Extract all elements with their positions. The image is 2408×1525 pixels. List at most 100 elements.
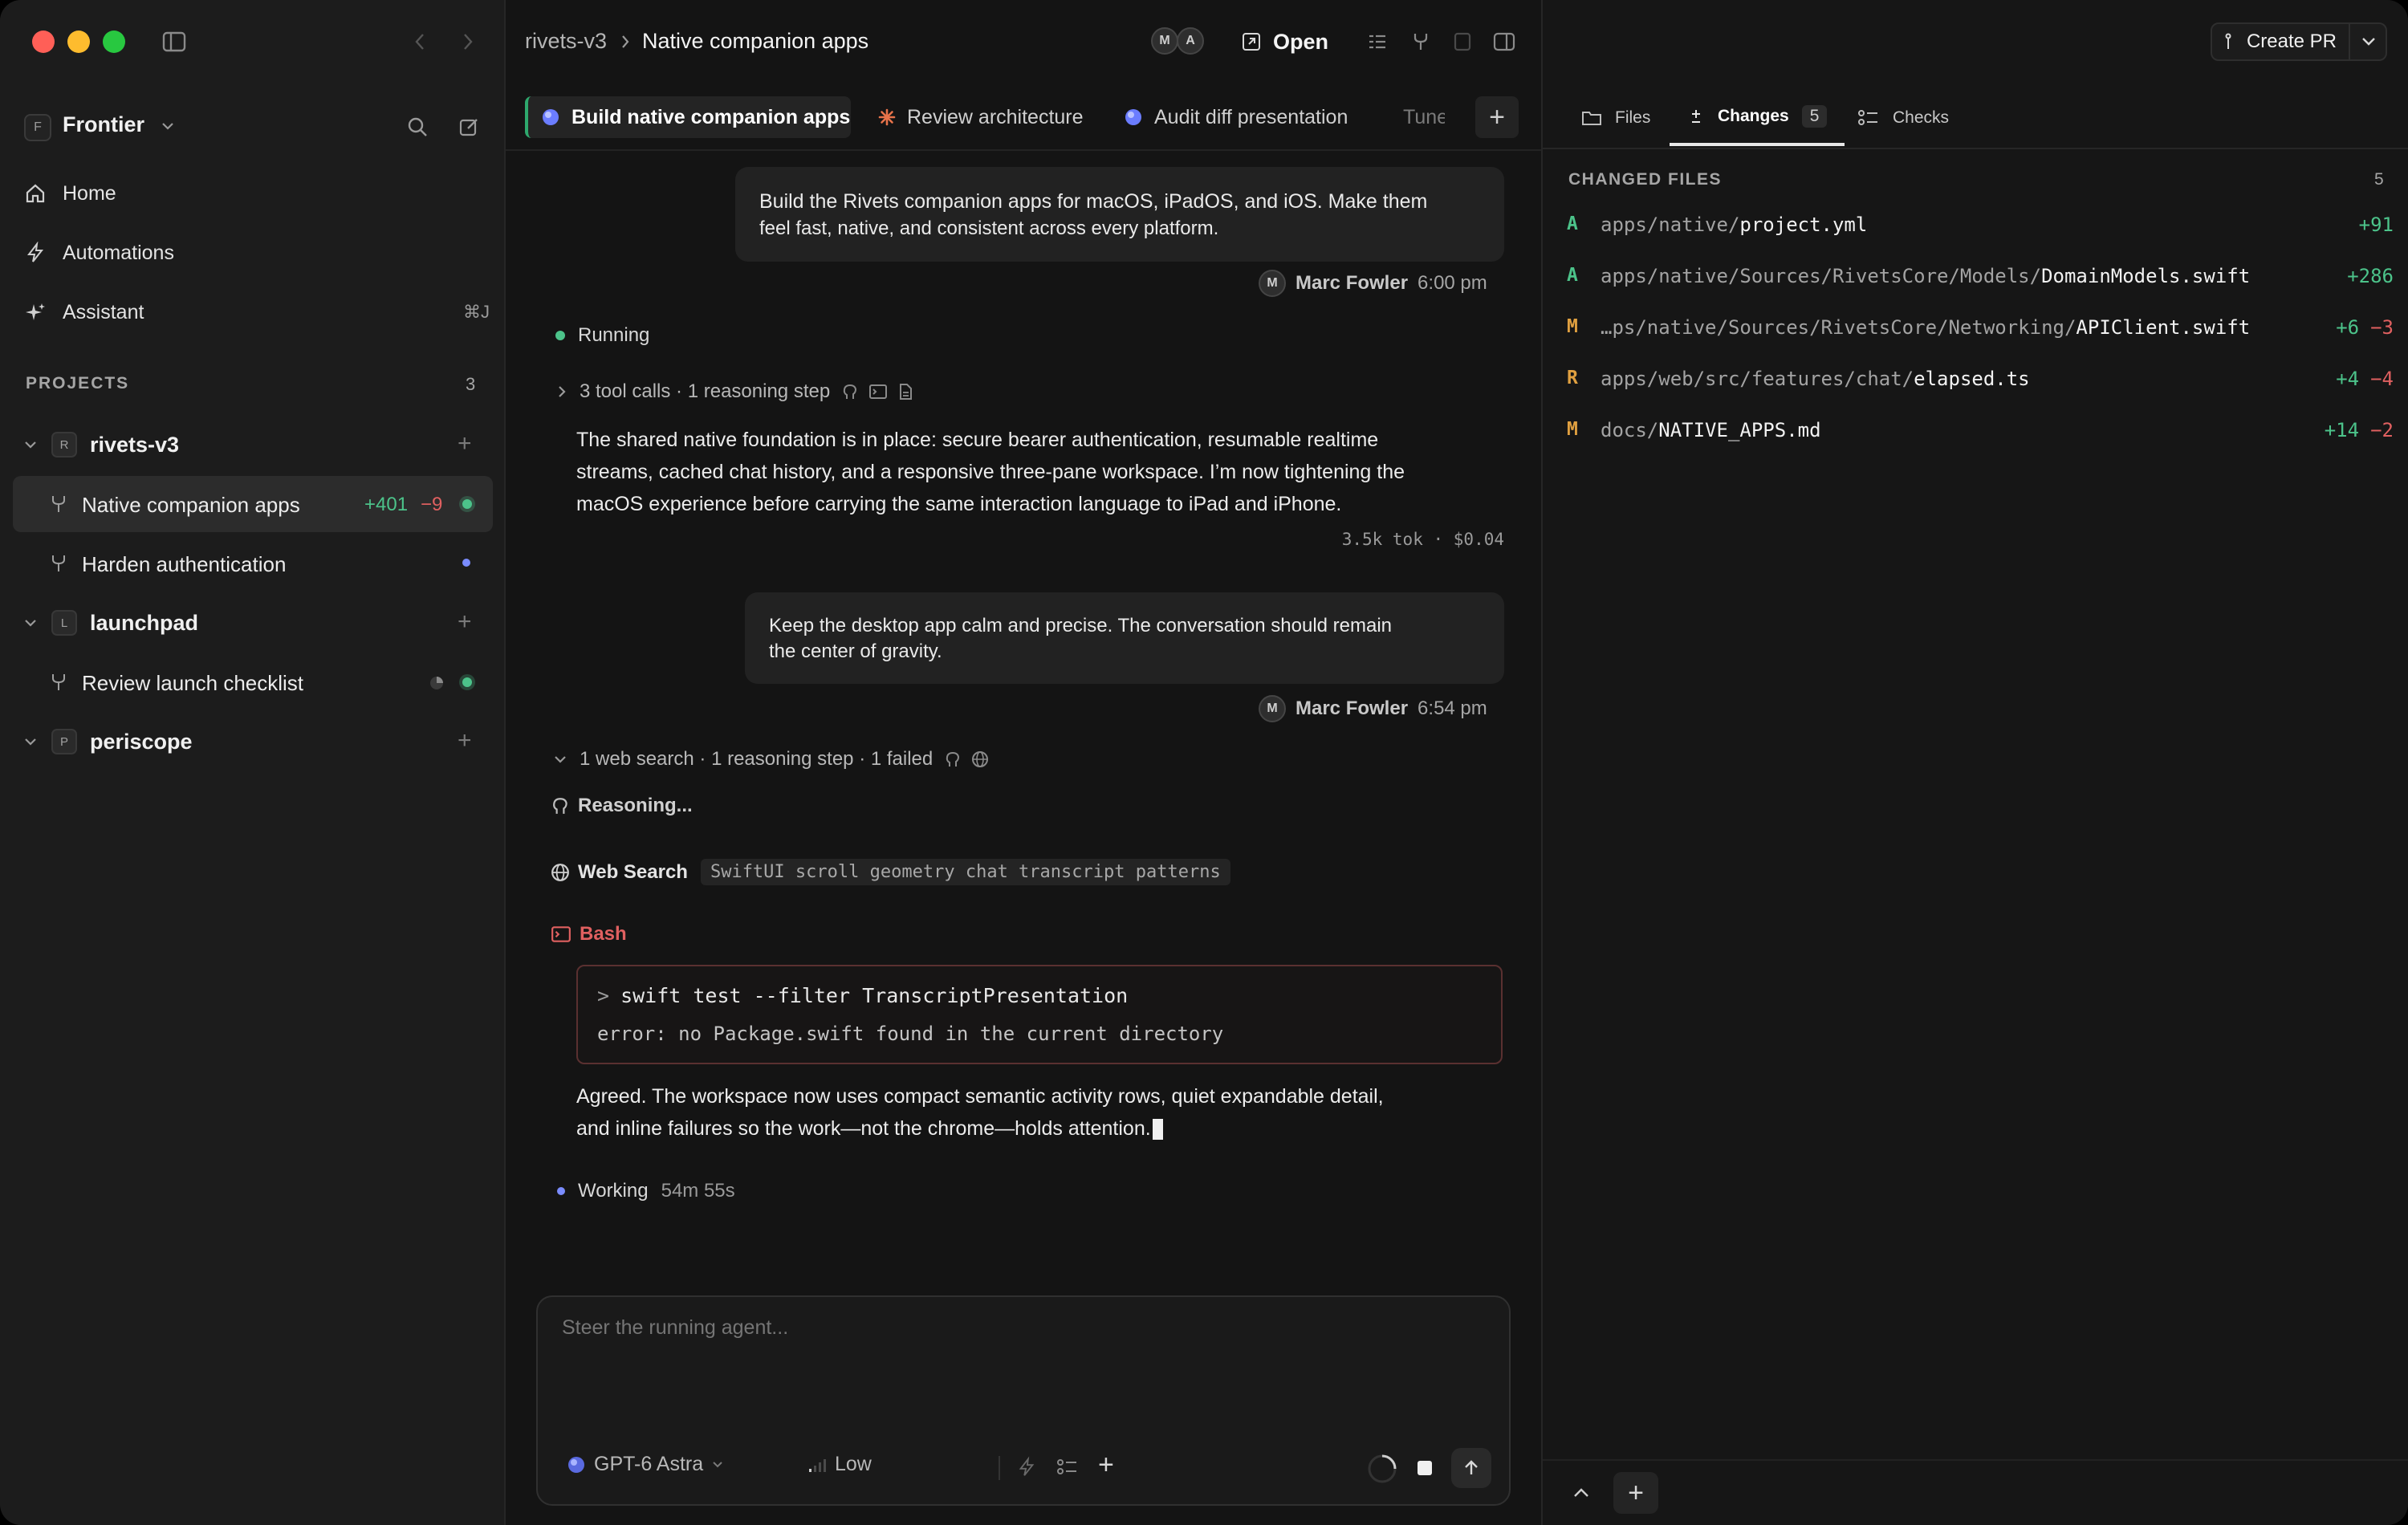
nav-assistant-shortcut: ⌘J (463, 302, 490, 322)
composer: GPT-6 Astra Low + (536, 1295, 1511, 1506)
tab-files[interactable]: Files (1581, 90, 1650, 146)
task-native-companion-apps[interactable]: Native companion apps +401 −9 (13, 476, 493, 532)
changed-file-row[interactable]: M …ps/native/Sources/RivetsCore/Networkin… (1567, 308, 2394, 348)
file-diffstat: +6 −3 (2336, 316, 2394, 339)
effort-selector[interactable]: Low (807, 1453, 872, 1476)
nav-assistant[interactable]: Assistant ⌘J (24, 292, 490, 332)
chevron-down-icon[interactable] (22, 613, 39, 632)
branch-icon[interactable] (1408, 29, 1434, 55)
tab-changes[interactable]: Changes 5 (1670, 90, 1845, 146)
forward-arrow-icon[interactable] (456, 29, 480, 55)
bolt-icon[interactable] (1016, 1456, 1037, 1478)
avatar[interactable]: M (1151, 27, 1178, 55)
checklist-icon[interactable] (1365, 29, 1390, 55)
add-task-icon[interactable]: + (458, 432, 472, 456)
file-name: project.yml (1739, 214, 1868, 236)
project-periscope[interactable]: P periscope + (0, 718, 506, 766)
nav-home[interactable]: Home (24, 173, 490, 214)
reasoning-step[interactable]: Reasoning... (551, 795, 693, 817)
model-selector[interactable]: GPT-6 Astra (567, 1453, 724, 1476)
nav-assistant-label: Assistant (63, 300, 144, 323)
user-message: Build the Rivets companion apps for macO… (735, 167, 1504, 262)
divider (1543, 1459, 2408, 1461)
message-line: The shared native foundation is in place… (576, 429, 1379, 451)
activity-summary-expanded[interactable]: 1 web search · 1 reasoning step · 1 fail… (552, 748, 989, 771)
add-task-icon[interactable]: + (458, 729, 472, 753)
checklist-icon[interactable] (1056, 1458, 1079, 1477)
close-window-button[interactable] (32, 31, 55, 53)
file-status: R (1567, 368, 1578, 388)
workspace-switcher[interactable]: Frontier (63, 112, 175, 137)
project-badge: P (51, 729, 77, 754)
minimize-window-button[interactable] (67, 31, 90, 53)
brain-icon (553, 798, 567, 814)
add-panel-button[interactable]: + (1613, 1472, 1658, 1514)
run-status-label: Running (578, 324, 650, 346)
activity-summary-label: 3 tool calls · 1 reasoning step (580, 380, 831, 402)
bash-step[interactable]: Bash (551, 923, 627, 946)
chevron-down-icon[interactable] (22, 435, 39, 454)
attach-button[interactable]: + (1098, 1450, 1114, 1481)
compose-icon[interactable] (456, 114, 482, 140)
terminal-icon[interactable] (1450, 29, 1475, 55)
chevron-down-icon[interactable] (22, 732, 39, 751)
conversation-pane: rivets-v3 Native companion apps M A Open… (506, 0, 1541, 1525)
tab-checks[interactable]: Checks (1857, 90, 1949, 146)
tab-audit-diff-presentation[interactable]: Audit diff presentation (1124, 96, 1348, 138)
changed-file-row[interactable]: Aapps/native/Sources/RivetsCore/Models/D… (1567, 257, 2394, 297)
steer-input[interactable] (562, 1316, 1477, 1413)
message-line: Build the Rivets companion apps for macO… (759, 190, 1428, 213)
tab-build-native-companion-apps[interactable]: Build native companion apps (525, 96, 851, 138)
project-rivets-v3[interactable]: R rivets-v3 + (0, 421, 506, 469)
changed-file-row[interactable]: Mdocs/NATIVE_APPS.md +14 −2 (1567, 411, 2394, 451)
terminal-icon (551, 926, 571, 942)
project-launchpad[interactable]: L launchpad + (0, 599, 506, 647)
task-status-dot (462, 499, 472, 509)
tab-review-architecture[interactable]: Review architecture (878, 96, 1084, 138)
task-harden-authentication[interactable]: Harden authentication (13, 535, 493, 592)
nav-automations-label: Automations (63, 241, 174, 264)
working-label: Working (578, 1180, 649, 1202)
token-usage: 3.5k tok · $0.04 (1341, 530, 1504, 549)
assistant-message: Agreed. The workspace now uses compact s… (576, 1080, 1507, 1145)
activity-summary-collapsed[interactable]: 3 tool calls · 1 reasoning step (555, 380, 913, 403)
file-deletions: −4 (2370, 368, 2394, 390)
open-label: Open (1273, 29, 1329, 54)
right-panel-toggle-icon[interactable] (1491, 29, 1517, 55)
file-path: apps/native/project.yml (1601, 214, 1867, 236)
zoom-window-button[interactable] (103, 31, 125, 53)
chevron-down-icon (555, 756, 566, 763)
message-meta: M Marc Fowler 6:00 pm (1259, 270, 1487, 297)
changed-file-row[interactable]: Rapps/web/src/features/chat/elapsed.ts +4… (1567, 360, 2394, 400)
task-review-launch-checklist[interactable]: Review launch checklist (13, 654, 493, 710)
changes-count-badge: 5 (1801, 105, 1828, 128)
chevron-right-icon (622, 35, 629, 48)
avatar[interactable]: A (1177, 27, 1204, 55)
breadcrumb-project[interactable]: rivets-v3 (525, 29, 607, 54)
search-icon[interactable] (405, 114, 430, 140)
file-name: DomainModels.swift (2041, 265, 2251, 287)
task-deletions: −9 (421, 494, 443, 515)
stop-button[interactable] (1418, 1461, 1432, 1475)
send-button[interactable] (1451, 1448, 1491, 1488)
create-pr-menu-button[interactable] (2350, 24, 2387, 59)
tab-label: Checks (1893, 108, 1950, 127)
document-icon (900, 384, 913, 400)
back-arrow-icon[interactable] (408, 29, 432, 55)
new-tab-button[interactable]: + (1475, 96, 1519, 138)
message-line: feel fast, native, and consistent across… (759, 218, 1219, 239)
file-additions: +4 (2336, 368, 2360, 390)
chevron-up-icon[interactable] (1565, 1477, 1597, 1509)
sparkle-orange-icon (878, 108, 896, 126)
nav-automations[interactable]: Automations (24, 233, 490, 273)
arrow-up-icon (1465, 1460, 1478, 1474)
add-task-icon[interactable]: + (458, 610, 472, 634)
nav-home-label: Home (63, 181, 116, 205)
open-button[interactable]: Open (1241, 24, 1328, 59)
create-pr-button[interactable]: Create PR (2212, 24, 2349, 59)
file-diffstat: +91 (2359, 214, 2394, 236)
changed-file-row[interactable]: Aapps/native/project.yml +91 (1567, 205, 2394, 246)
web-search-step[interactable]: Web Search SwiftUI scroll geometry chat … (551, 859, 1230, 885)
sidebar-toggle-icon[interactable] (161, 29, 188, 55)
tab-tune[interactable]: Tune (1392, 96, 1445, 138)
